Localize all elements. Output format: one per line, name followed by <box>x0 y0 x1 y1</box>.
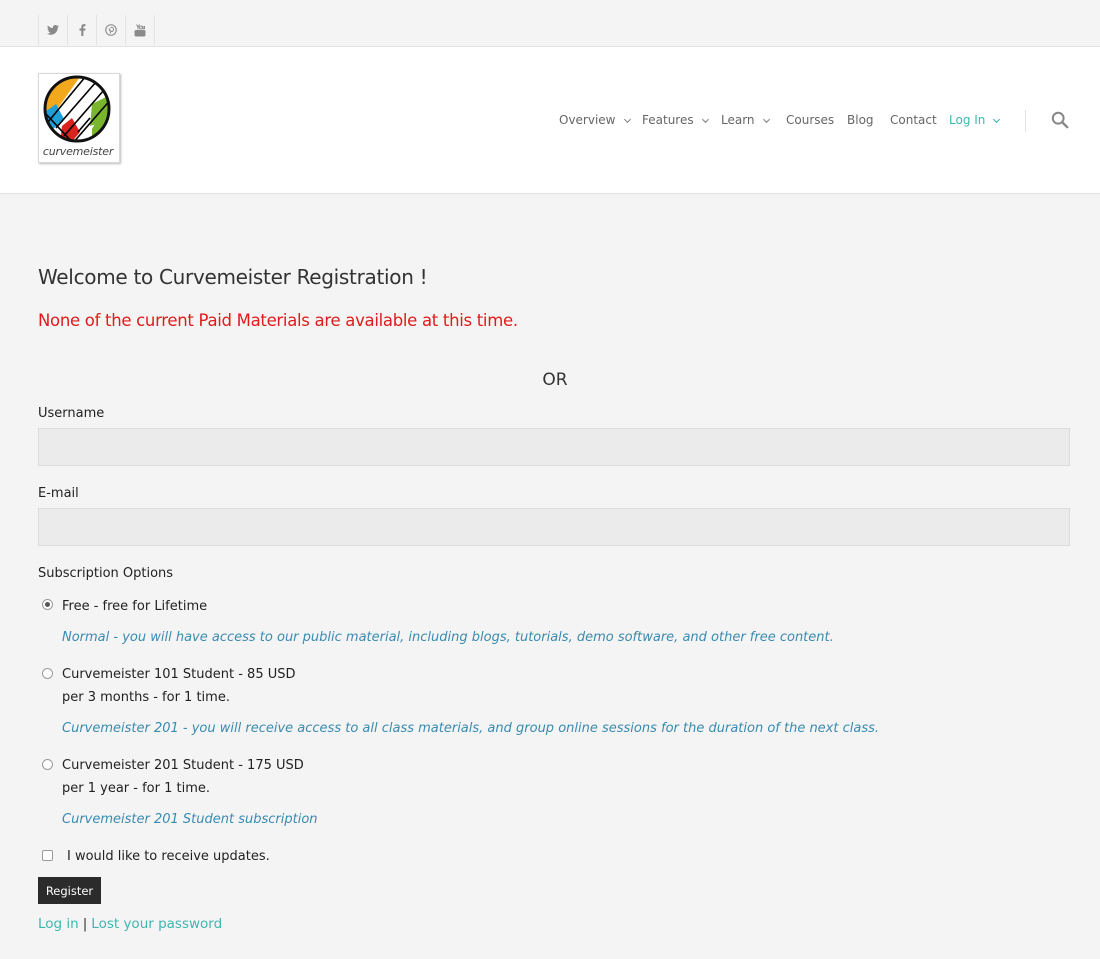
or-divider: OR <box>542 370 568 390</box>
login-link[interactable]: Log in <box>38 916 79 932</box>
subscription-option-term: per 3 months - for 1 time. <box>62 690 230 705</box>
username-label: Username <box>38 406 105 421</box>
subscription-option-title: Curvemeister 101 Student - 85 USD <box>62 667 296 682</box>
subscription-option-description: Normal - you will have access to our pub… <box>62 630 834 645</box>
nav-item-features[interactable]: Features <box>642 113 710 127</box>
facebook-icon[interactable] <box>67 15 96 45</box>
nav-divider <box>1025 110 1026 132</box>
social-bar <box>0 0 1100 47</box>
updates-checkbox[interactable] <box>42 850 53 861</box>
subscription-option-title: Curvemeister 201 Student - 175 USD <box>62 758 304 773</box>
pinterest-icon[interactable] <box>96 15 125 45</box>
chevron-down-icon <box>762 118 770 123</box>
site-header: curvemeister Overview Features Learn Cou… <box>0 47 1100 194</box>
subscription-option-term: per 1 year - for 1 time. <box>62 781 211 796</box>
subscription-radio-free[interactable] <box>42 599 53 610</box>
nav-item-label: Overview <box>559 113 616 127</box>
register-button[interactable]: Register <box>38 877 101 904</box>
account-links: Log in | Lost your password <box>38 916 222 932</box>
nav-item-label: Blog <box>847 113 874 127</box>
nav-item-contact[interactable]: Contact <box>890 113 937 127</box>
subscription-radio-101[interactable] <box>42 668 53 679</box>
updates-label: I would like to receive updates. <box>67 849 270 864</box>
chevron-down-icon <box>701 118 709 123</box>
username-input[interactable] <box>38 428 1070 466</box>
nav-item-label: Log In <box>949 113 986 127</box>
logo-mark <box>43 75 111 143</box>
email-input[interactable] <box>38 508 1070 546</box>
page-title: Welcome to Curvemeister Registration ! <box>38 265 428 289</box>
social-icons <box>38 15 155 46</box>
twitter-icon[interactable] <box>38 15 67 45</box>
nav-item-label: Learn <box>721 113 755 127</box>
chevron-down-icon <box>993 118 1001 123</box>
nav-item-label: Contact <box>890 113 937 127</box>
youtube-icon[interactable] <box>125 15 155 45</box>
search-icon[interactable] <box>1051 111 1071 131</box>
nav-item-login[interactable]: Log In <box>949 113 1001 127</box>
link-separator: | <box>82 916 88 932</box>
main-nav: Overview Features Learn Courses Blog Con… <box>0 113 1100 129</box>
nav-item-label: Features <box>642 113 694 127</box>
subscription-options-label: Subscription Options <box>38 566 174 581</box>
nav-item-learn[interactable]: Learn <box>721 113 771 127</box>
nav-item-label: Courses <box>786 113 835 127</box>
nav-item-courses[interactable]: Courses <box>786 113 834 127</box>
subscription-option-description: Curvemeister 201 Student subscription <box>62 812 318 827</box>
paid-materials-notice: None of the current Paid Materials are a… <box>38 311 518 330</box>
email-label: E-mail <box>38 486 79 501</box>
subscription-radio-201[interactable] <box>42 759 53 770</box>
chevron-down-icon <box>623 118 631 123</box>
nav-item-blog[interactable]: Blog <box>847 113 874 127</box>
logo-wordmark: curvemeister <box>42 145 114 158</box>
subscription-option-description: Curvemeister 201 - you will receive acce… <box>62 721 880 736</box>
lost-password-link[interactable]: Lost your password <box>91 916 222 932</box>
subscription-option-title: Free - free for Lifetime <box>62 599 208 614</box>
nav-item-overview[interactable]: Overview <box>559 113 632 127</box>
